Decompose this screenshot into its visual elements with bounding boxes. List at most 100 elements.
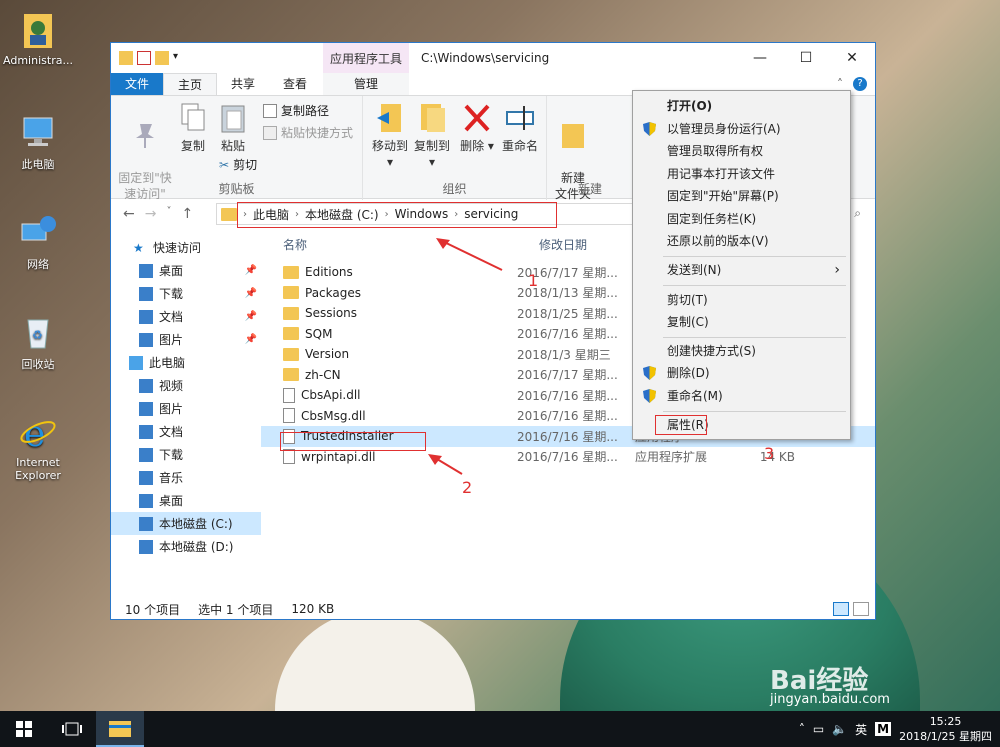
nav-item[interactable]: 本地磁盘 (D:): [111, 535, 261, 558]
properties-icon[interactable]: [137, 51, 151, 65]
customize-arrow-icon[interactable]: ▾: [173, 51, 183, 65]
menu-item-restore[interactable]: 还原以前的版本(V): [633, 230, 850, 252]
delete-button[interactable]: 删除 ▾: [459, 102, 495, 154]
menu-item-open-notepad[interactable]: 用记事本打开该文件: [633, 163, 850, 185]
paste-button[interactable]: 粘贴: [215, 102, 251, 154]
contextual-tab-title: 应用程序工具: [323, 43, 409, 73]
nav-item[interactable]: 本地磁盘 (C:): [111, 512, 261, 535]
svg-text:♻: ♻: [32, 328, 43, 342]
annotation-box-properties: [655, 415, 707, 435]
recent-dropdown-icon[interactable]: ˅: [166, 206, 171, 222]
menu-item-send-to[interactable]: 发送到(N) ›: [633, 259, 850, 281]
tab-share[interactable]: 共享: [217, 73, 269, 95]
file-name: zh-CN: [305, 367, 341, 382]
nav-item[interactable]: 文档 📌: [111, 305, 261, 328]
menu-item-copy[interactable]: 复制(C): [633, 311, 850, 333]
nav-item[interactable]: 下载: [111, 443, 261, 466]
desktop-icon-network[interactable]: 网络: [0, 212, 76, 272]
task-view-icon: [62, 722, 82, 736]
volume-icon[interactable]: 🔈: [832, 722, 847, 736]
menu-item-take-ownership[interactable]: 管理员取得所有权: [633, 140, 850, 162]
nav-item[interactable]: 桌面: [111, 489, 261, 512]
nav-item[interactable]: 图片 📌: [111, 328, 261, 351]
nav-item[interactable]: 此电脑: [111, 351, 261, 374]
copy-path-button[interactable]: 复制路径: [263, 102, 329, 119]
nav-item-icon: [139, 332, 153, 347]
minimize-button[interactable]: —: [737, 43, 783, 73]
tab-file[interactable]: 文件: [111, 73, 164, 95]
large-icons-view-icon[interactable]: [853, 602, 869, 616]
up-arrow-icon[interactable]: ↑: [181, 206, 193, 222]
help-icon[interactable]: ?: [853, 77, 867, 91]
nav-item-label: 桌面: [159, 494, 184, 508]
file-name-cell: SQM: [283, 327, 332, 341]
maximize-button[interactable]: ☐: [783, 43, 829, 73]
file-date: 2016/7/16 星期...: [517, 388, 618, 403]
uac-shield-icon: [643, 366, 656, 380]
clock[interactable]: 15:25 2018/1/25 星期四: [899, 714, 992, 744]
menu-item-open[interactable]: 打开(O): [633, 95, 850, 117]
start-button[interactable]: [0, 711, 48, 747]
details-view-icon[interactable]: [833, 602, 849, 616]
tab-view[interactable]: 查看: [269, 73, 321, 95]
nav-scrollbar[interactable]: [247, 230, 261, 599]
show-hidden-icons[interactable]: ˄: [799, 722, 805, 736]
desktop-icon-recycle-bin[interactable]: ♻ 回收站: [0, 312, 76, 372]
desktop-icon-ie[interactable]: e Internet Explorer: [0, 412, 76, 482]
back-arrow-icon[interactable]: ←: [123, 206, 135, 222]
new-folder-icon[interactable]: [155, 51, 169, 65]
menu-item-pin-start[interactable]: 固定到"开始"屏幕(P): [633, 185, 850, 207]
menu-item-pin-taskbar[interactable]: 固定到任务栏(K): [633, 208, 850, 230]
menu-item-delete[interactable]: 删除(D): [633, 362, 850, 384]
clock-time: 15:25: [929, 715, 962, 728]
user-folder-icon: [18, 10, 58, 50]
copy-to-button[interactable]: 复制到 ▾: [411, 102, 453, 170]
move-to-button[interactable]: 移动到 ▾: [369, 102, 411, 170]
organize-group-label: 组织: [442, 182, 467, 196]
nav-item-icon: [139, 516, 153, 531]
nav-item[interactable]: 音乐: [111, 466, 261, 489]
tab-home[interactable]: 主页: [163, 73, 218, 95]
folder-icon: [283, 327, 299, 341]
cut-button[interactable]: ✂ 剪切: [219, 156, 257, 173]
file-name-cell: Packages: [283, 286, 361, 300]
nav-item[interactable]: 下载 📌: [111, 282, 261, 305]
desktop-icon-user[interactable]: Administra...: [0, 10, 76, 67]
column-header-name[interactable]: 名称: [283, 236, 307, 253]
menu-item-rename[interactable]: 重命名(M): [633, 385, 850, 407]
input-method-indicator[interactable]: 英: [855, 721, 867, 738]
annotation-box-address: [237, 202, 557, 228]
desktop-icon-this-pc[interactable]: 此电脑: [0, 112, 76, 172]
copy-button[interactable]: 复制: [175, 102, 211, 154]
annotation-arrow-2: [428, 454, 463, 475]
tab-manage[interactable]: 管理: [323, 73, 409, 95]
close-button[interactable]: ✕: [829, 43, 875, 73]
rename-button[interactable]: 重命名: [499, 102, 541, 154]
title-bar[interactable]: ▾ 应用程序工具 C:\Windows\servicing — ☐ ✕: [111, 43, 875, 73]
nav-item[interactable]: 文档: [111, 420, 261, 443]
selected-count: 选中 1 个项目: [198, 602, 274, 617]
file-type: 应用程序扩展: [635, 450, 708, 465]
nav-item-icon: [139, 470, 153, 485]
forward-arrow-icon[interactable]: →: [145, 206, 157, 222]
wallpaper-badge: [275, 610, 475, 720]
column-header-date[interactable]: 修改日期: [539, 236, 587, 253]
search-icon[interactable]: ⌕: [854, 206, 861, 221]
menu-item-create-shortcut[interactable]: 创建快捷方式(S): [633, 340, 850, 362]
nav-item[interactable]: 桌面 📌: [111, 259, 261, 282]
folder-icon[interactable]: [119, 51, 133, 65]
file-date: 2016/7/17 星期...: [517, 368, 618, 383]
taskbar-explorer-button[interactable]: [96, 711, 144, 747]
annotation-number-2: 2: [462, 478, 473, 497]
task-view-button[interactable]: [48, 711, 96, 747]
menu-item-cut[interactable]: 剪切(T): [633, 289, 850, 311]
nav-item[interactable]: 图片: [111, 397, 261, 420]
ime-mode-icon[interactable]: M: [875, 722, 892, 736]
collapse-ribbon-icon[interactable]: ˄: [837, 77, 843, 91]
menu-item-run-as-admin[interactable]: 以管理员身份运行(A): [633, 118, 850, 140]
nav-item[interactable]: 视频: [111, 374, 261, 397]
nav-item[interactable]: ★ 快速访问: [111, 236, 261, 259]
network-tray-icon[interactable]: ▭: [813, 722, 824, 736]
paste-shortcut-button[interactable]: 粘贴快捷方式: [263, 124, 353, 141]
scissors-icon: ✂: [219, 157, 230, 172]
